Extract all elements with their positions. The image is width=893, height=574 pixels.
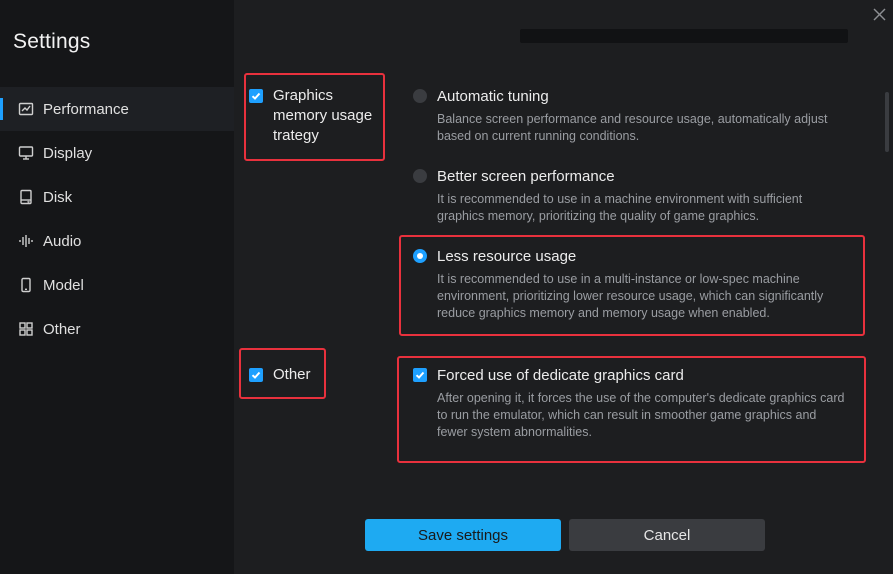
cancel-button[interactable]: Cancel [569,519,765,551]
monitor-icon [18,145,34,161]
other-label: Other [273,366,311,383]
settings-title: Settings [13,30,91,53]
sidebar-item-label: Performance [43,100,129,118]
sidebar-item-label: Audio [43,232,82,250]
option-description: It is recommended to use in a machine en… [437,192,803,223]
radio-better-screen-performance[interactable] [413,169,427,183]
radio-less-resource-usage[interactable] [413,249,427,263]
other-section-label: Other [249,365,311,385]
audio-wave-icon [18,233,34,249]
option-description: After opening it, it forces the use of t… [437,391,845,439]
chart-icon [18,101,34,117]
sidebar-item-label: Model [43,276,84,294]
option-better-screen-performance[interactable]: Better screen performance It is recommen… [413,166,853,225]
check-icon [251,92,261,100]
radio-automatic-tuning[interactable] [413,89,427,103]
option-forced-dedicated-gpu[interactable]: Forced use of dedicate graphics card Aft… [413,365,853,441]
phone-icon [18,277,34,293]
option-description: Balance screen performance and resource … [437,112,828,143]
option-automatic-tuning[interactable]: Automatic tuning Balance screen performa… [413,86,853,145]
sidebar-item-label: Other [43,320,81,338]
save-settings-button[interactable]: Save settings [365,519,561,551]
top-strip [520,29,848,43]
graphics-memory-label: Graphics memory usage trategy [273,87,373,144]
graphics-memory-section-label: Graphics memory usage trategy [249,86,383,146]
sidebar-item-label: Display [43,144,93,162]
scrollbar[interactable] [885,92,889,152]
other-checkbox[interactable] [249,368,263,382]
sidebar-item-performance[interactable]: Performance [0,87,234,131]
close-icon [873,8,885,20]
option-title: Less resource usage [437,247,577,265]
sidebar-item-audio[interactable]: Audio [0,219,234,263]
dedicated-gpu-checkbox[interactable] [413,368,427,382]
option-description: It is recommended to use in a multi-inst… [437,272,824,320]
option-title: Automatic tuning [437,87,549,105]
close-button[interactable] [869,4,889,24]
sidebar-item-display[interactable]: Display [0,131,234,175]
grid-icon [18,321,34,337]
sidebar-nav: Performance Display Disk Audio Model Oth… [0,87,234,351]
check-icon [251,371,261,379]
sidebar-item-disk[interactable]: Disk [0,175,234,219]
sidebar: Settings Performance Display Disk Audio [0,0,234,574]
option-title: Better screen performance [437,167,615,185]
option-less-resource-usage[interactable]: Less resource usage It is recommended to… [413,246,853,322]
sidebar-item-label: Disk [43,188,73,206]
check-icon [415,371,425,379]
sidebar-item-model[interactable]: Model [0,263,234,307]
option-title: Forced use of dedicate graphics card [437,366,684,384]
graphics-memory-checkbox[interactable] [249,89,263,103]
disk-icon [18,189,34,205]
sidebar-item-other[interactable]: Other [0,307,234,351]
